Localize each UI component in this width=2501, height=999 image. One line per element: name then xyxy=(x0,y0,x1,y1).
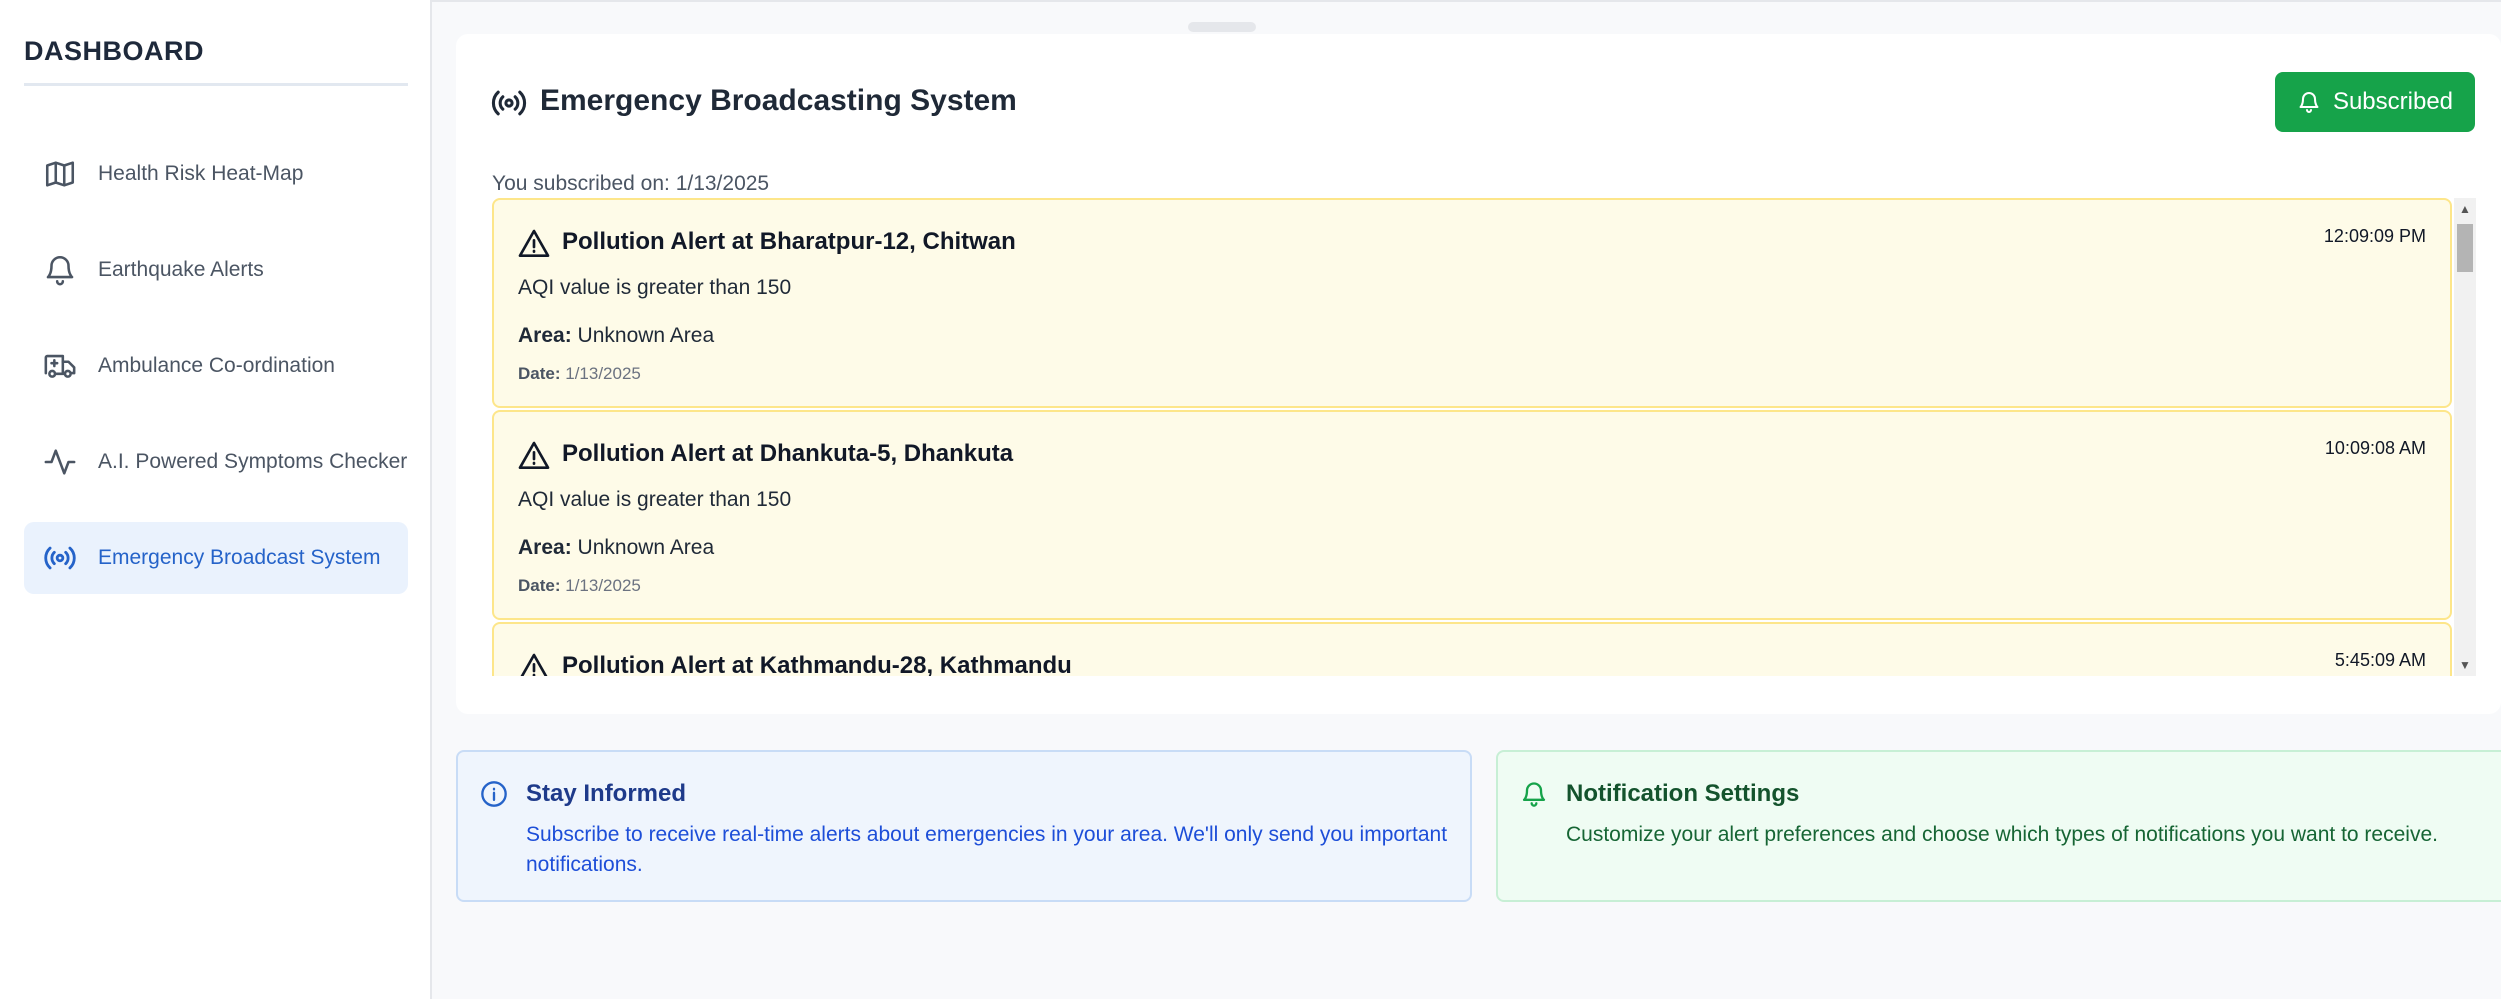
scrollbar-thumb[interactable] xyxy=(2457,224,2473,272)
page-title: Emergency Broadcasting System xyxy=(540,84,1017,117)
sidebar-title: DASHBOARD xyxy=(24,36,408,86)
stay-informed-text: Subscribe to receive real-time alerts ab… xyxy=(526,823,1448,876)
alert-message: AQI value is greater than 150 xyxy=(518,276,792,299)
notification-settings-title: Notification Settings xyxy=(1566,780,1800,807)
sidebar-item-ambulance-coordination[interactable]: Ambulance Co-ordination xyxy=(24,330,408,402)
sidebar-item-label: Emergency Broadcast System xyxy=(98,546,381,569)
warning-icon xyxy=(518,440,550,470)
alert-time: 5:45:09 AM xyxy=(2334,650,2426,670)
subscription-date: You subscribed on: 1/13/2025 xyxy=(492,172,770,195)
info-icon xyxy=(480,780,508,808)
alerts-list[interactable]: Pollution Alert at Bharatpur-12, Chitwan… xyxy=(490,198,2476,676)
radio-icon xyxy=(490,86,528,120)
map-icon xyxy=(42,156,78,192)
alert-time: 12:09:09 PM xyxy=(2323,226,2426,246)
alert-title: Pollution Alert at Bharatpur-12, Chitwan xyxy=(562,228,1016,255)
scroll-up-arrow-icon[interactable]: ▲ xyxy=(2454,198,2476,220)
notification-settings-text: Customize your alert preferences and cho… xyxy=(1566,823,2438,846)
alert-area-label: Area: xyxy=(518,536,572,559)
alert-item: Pollution Alert at Dhankuta-5, Dhankuta … xyxy=(492,410,2452,620)
radio-icon xyxy=(42,540,78,576)
bell-icon xyxy=(42,252,78,288)
alerts-scrollbar[interactable]: ▲ ▼ xyxy=(2454,198,2476,676)
alert-date-label: Date: xyxy=(518,576,561,595)
alert-title: Pollution Alert at Dhankuta-5, Dhankuta xyxy=(562,440,1014,467)
alert-area: Area: Unknown Area xyxy=(518,324,714,348)
stay-informed-title: Stay Informed xyxy=(526,780,687,807)
alert-time: 10:09:08 AM xyxy=(2324,438,2426,458)
scroll-down-arrow-icon[interactable]: ▼ xyxy=(2454,654,2476,676)
bell-icon xyxy=(1520,780,1548,808)
sidebar-item-symptoms-checker[interactable]: A.I. Powered Symptoms Checker xyxy=(24,426,408,498)
ambulance-icon xyxy=(42,348,78,384)
alert-title: Pollution Alert at Kathmandu-28, Kathman… xyxy=(562,652,1072,676)
sidebar-item-label: A.I. Powered Symptoms Checker xyxy=(98,450,408,473)
warning-icon xyxy=(518,228,550,258)
sidebar-item-label: Health Risk Heat-Map xyxy=(98,162,304,185)
alert-date-value: 1/13/2025 xyxy=(565,576,641,595)
alert-area-value: Unknown Area xyxy=(577,324,715,347)
subscribed-button-label: Subscribed xyxy=(2332,88,2454,115)
sidebar-item-emergency-broadcast-system[interactable]: Emergency Broadcast System xyxy=(24,522,408,594)
subscribed-button[interactable]: Subscribed xyxy=(2275,72,2475,132)
bell-icon xyxy=(2299,92,2319,113)
sidebar-item-label: Earthquake Alerts xyxy=(98,258,264,281)
notification-settings-card[interactable]: Notification Settings Customize your ale… xyxy=(1496,750,2501,902)
alert-date: Date: 1/13/2025 xyxy=(518,576,641,596)
alert-area: Area: Unknown Area xyxy=(518,536,714,560)
stay-informed-card: Stay Informed Subscribe to receive real-… xyxy=(456,750,1472,902)
alert-date: Date: 1/13/2025 xyxy=(518,364,641,384)
alert-date-label: Date: xyxy=(518,364,561,383)
drag-handle[interactable] xyxy=(1188,22,1256,32)
alert-date-value: 1/13/2025 xyxy=(565,364,641,383)
sidebar-item-label: Ambulance Co-ordination xyxy=(98,354,335,377)
alert-area-label: Area: xyxy=(518,324,572,347)
sidebar-item-health-risk-heat-map[interactable]: Health Risk Heat-Map xyxy=(24,138,408,210)
alert-message: AQI value is greater than 150 xyxy=(518,488,792,511)
alert-item: Pollution Alert at Bharatpur-12, Chitwan… xyxy=(492,198,2452,408)
sidebar-item-earthquake-alerts[interactable]: Earthquake Alerts xyxy=(24,234,408,306)
warning-icon xyxy=(518,652,550,676)
sidebar: DASHBOARD Health Risk Heat-Map Earthquak… xyxy=(0,0,432,999)
alert-area-value: Unknown Area xyxy=(577,536,715,559)
alert-item: Pollution Alert at Kathmandu-28, Kathman… xyxy=(492,622,2452,676)
activity-icon xyxy=(42,444,78,480)
